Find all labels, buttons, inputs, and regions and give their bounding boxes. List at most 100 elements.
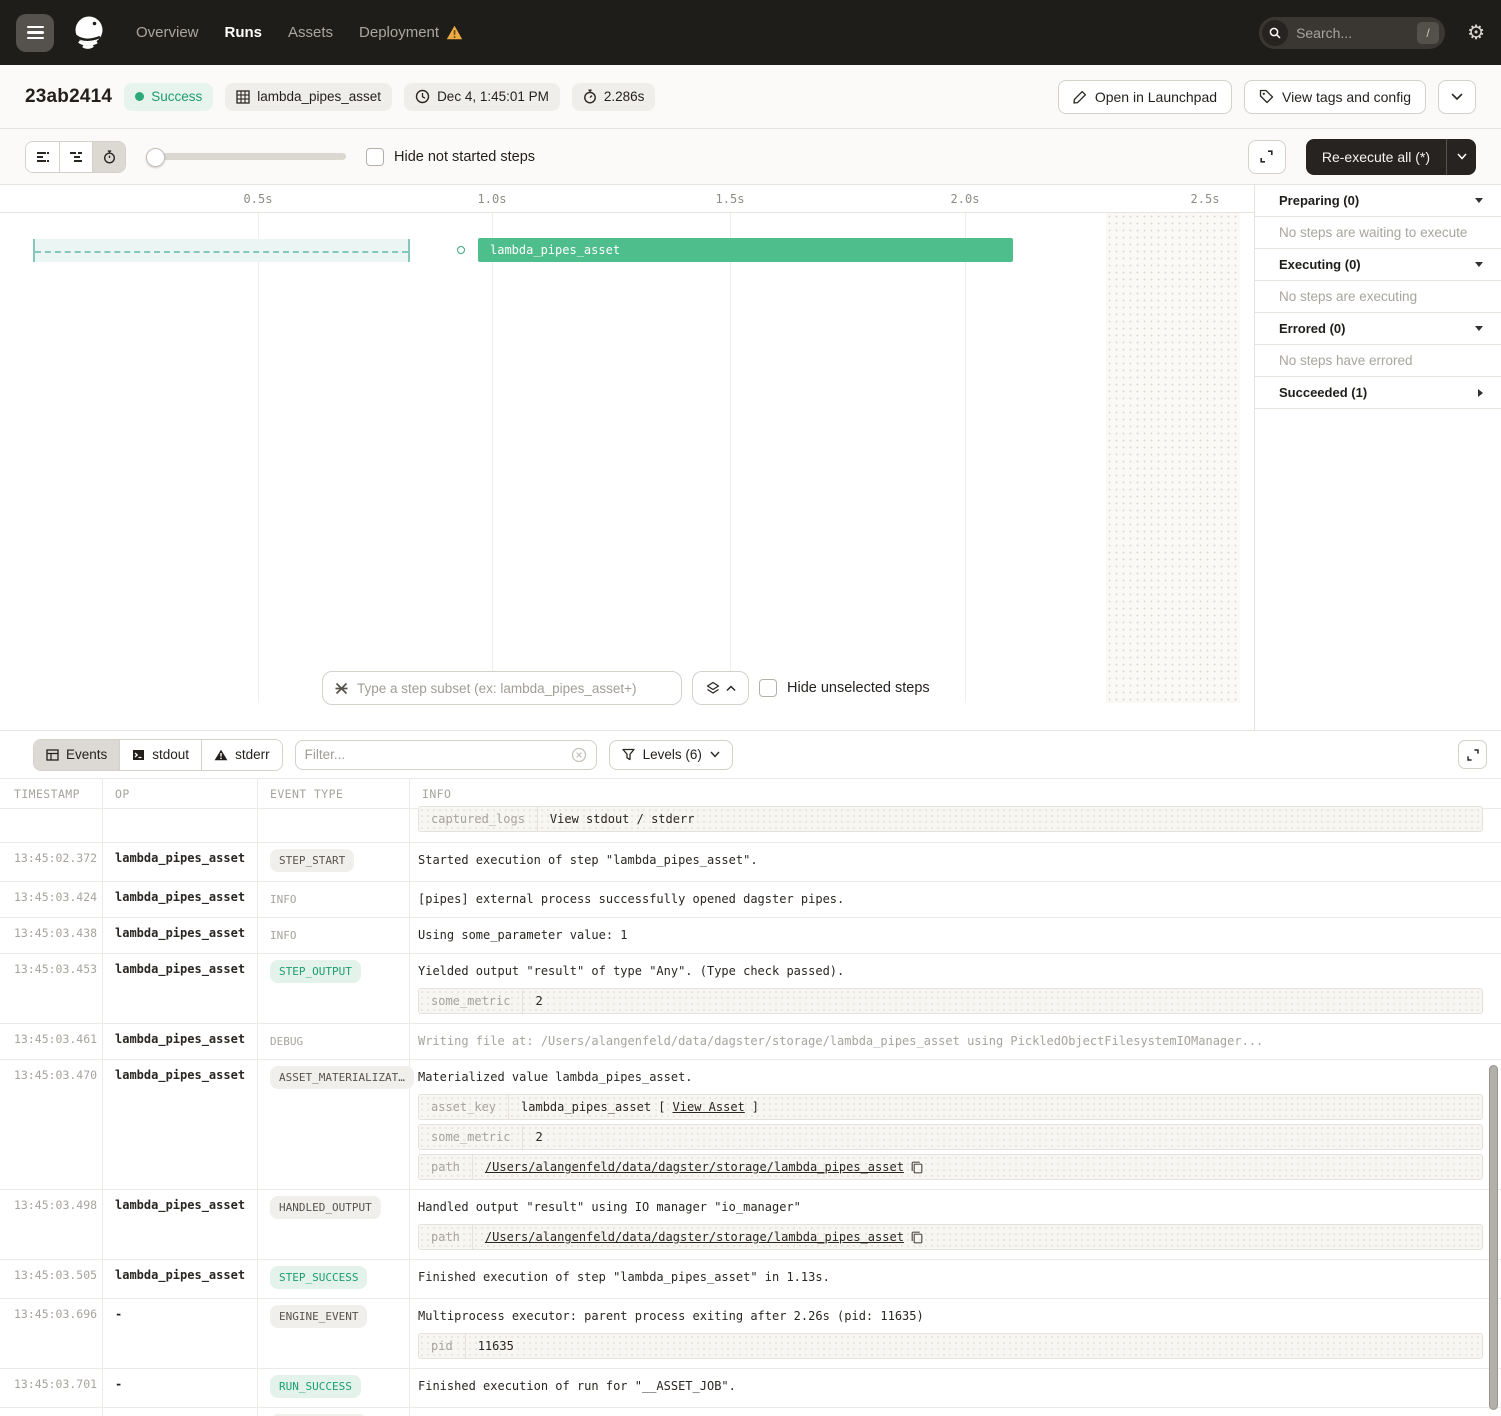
metadata-key: asset_key bbox=[419, 1095, 509, 1119]
tab-stderr[interactable]: stderr bbox=[201, 740, 282, 770]
event-info-text: Handled output "result" using IO manager… bbox=[418, 1198, 1487, 1216]
event-info-text: Finished execution of run for "__ASSET_J… bbox=[418, 1377, 1487, 1395]
event-info-cell: Materialized value lambda_pipes_asset.as… bbox=[410, 1060, 1501, 1189]
event-row[interactable]: 13:45:03.505lambda_pipes_assetSTEP_SUCCE… bbox=[0, 1260, 1501, 1299]
nav-assets[interactable]: Assets bbox=[288, 24, 333, 41]
event-row[interactable]: 13:45:03.701-RUN_SUCCESSFinished executi… bbox=[0, 1369, 1501, 1408]
job-tag[interactable]: lambda_pipes_asset bbox=[225, 83, 392, 111]
events-scrollbar-thumb[interactable] bbox=[1489, 1065, 1498, 1410]
gantt-step-bar[interactable]: lambda_pipes_asset bbox=[478, 238, 1013, 262]
event-timestamp: 13:45:03.498 bbox=[0, 1190, 103, 1259]
metadata-link[interactable]: View Asset bbox=[673, 1100, 745, 1114]
event-type-label: INFO bbox=[270, 893, 297, 906]
hide-unselected-checkbox[interactable] bbox=[759, 679, 777, 697]
view-mode-waterfall-button[interactable] bbox=[59, 142, 92, 172]
event-info-text: Using some_parameter value: 1 bbox=[418, 926, 1487, 944]
nav-deployment[interactable]: Deployment bbox=[359, 24, 439, 41]
view-tags-config-button[interactable]: View tags and config bbox=[1244, 80, 1426, 114]
dagster-logo-icon bbox=[69, 13, 109, 53]
event-op: lambda_pipes_asset bbox=[103, 918, 258, 953]
open-in-launchpad-button[interactable]: Open in Launchpad bbox=[1058, 80, 1232, 114]
event-info-text: Writing file at: /Users/alangenfeld/data… bbox=[418, 1032, 1487, 1050]
section-errored[interactable]: Errored (0) bbox=[1255, 313, 1501, 345]
metadata-key: path bbox=[419, 1155, 473, 1179]
event-row[interactable]: captured_logsView stdout / stderr bbox=[0, 809, 1501, 843]
status-dot-icon bbox=[135, 92, 144, 101]
reexecute-options-button[interactable] bbox=[1446, 139, 1476, 175]
reexecute-all-button[interactable]: Re-execute all (*) bbox=[1306, 139, 1446, 175]
event-row[interactable]: 13:45:03.716-ENGINE_EVENTProcess for run… bbox=[0, 1408, 1501, 1416]
event-type-cell: RUN_SUCCESS bbox=[258, 1369, 410, 1407]
view-mode-timed-button[interactable] bbox=[92, 142, 125, 172]
metadata-value: 11635 bbox=[466, 1334, 526, 1358]
event-op: lambda_pipes_asset bbox=[103, 1024, 258, 1059]
tab-events[interactable]: Events bbox=[34, 740, 119, 770]
section-title: Errored (0) bbox=[1279, 321, 1345, 336]
event-type-cell: ASSET_MATERIALIZAT… bbox=[258, 1060, 410, 1189]
run-actions-dropdown-button[interactable] bbox=[1438, 80, 1476, 114]
event-type-badge: HANDLED_OUTPUT bbox=[270, 1196, 381, 1219]
section-executing[interactable]: Executing (0) bbox=[1255, 249, 1501, 281]
nav-runs[interactable]: Runs bbox=[225, 24, 263, 41]
hide-unselected-toggle[interactable]: Hide unselected steps bbox=[759, 679, 930, 697]
event-timestamp: 13:45:03.470 bbox=[0, 1060, 103, 1189]
event-row[interactable]: 13:45:03.453lambda_pipes_assetSTEP_OUTPU… bbox=[0, 954, 1501, 1024]
section-preparing[interactable]: Preparing (0) bbox=[1255, 185, 1501, 217]
nav-overview[interactable]: Overview bbox=[136, 24, 199, 41]
settings-gear-icon[interactable]: ⚙ bbox=[1467, 23, 1485, 43]
events-toolbar: Events stdout stderr bbox=[0, 731, 1501, 778]
filter-input[interactable] bbox=[305, 747, 565, 762]
section-title: Preparing (0) bbox=[1279, 193, 1359, 208]
copy-icon[interactable] bbox=[911, 1231, 923, 1244]
metadata-link[interactable]: /Users/alangenfeld/data/dagster/storage/… bbox=[485, 1160, 904, 1174]
expand-icon bbox=[1259, 149, 1274, 164]
zoom-slider-knob[interactable] bbox=[146, 148, 165, 167]
metadata-link[interactable]: /Users/alangenfeld/data/dagster/storage/… bbox=[485, 1230, 904, 1244]
search-box[interactable]: / bbox=[1259, 17, 1445, 49]
copy-icon[interactable] bbox=[911, 1161, 923, 1174]
section-succeeded[interactable]: Succeeded (1) bbox=[1255, 377, 1501, 409]
status-badge[interactable]: Success bbox=[124, 83, 213, 111]
column-op: OP bbox=[103, 779, 258, 808]
event-row[interactable]: 13:45:03.696-ENGINE_EVENTMultiprocess ex… bbox=[0, 1299, 1501, 1369]
event-type-cell: STEP_START bbox=[258, 843, 410, 881]
clear-filter-icon[interactable] bbox=[571, 747, 587, 763]
section-caption: No steps are executing bbox=[1279, 289, 1417, 304]
event-type-badge: STEP_OUTPUT bbox=[270, 960, 361, 983]
events-fullscreen-button[interactable] bbox=[1458, 740, 1487, 769]
collapse-layers-button[interactable] bbox=[692, 671, 749, 705]
levels-filter-button[interactable]: Levels (6) bbox=[609, 740, 733, 770]
layers-icon bbox=[706, 681, 720, 695]
stderr-warning-icon bbox=[214, 749, 228, 761]
search-input[interactable] bbox=[1296, 25, 1409, 41]
event-row[interactable]: 13:45:03.438lambda_pipes_assetINFOUsing … bbox=[0, 918, 1501, 954]
events-table-icon bbox=[46, 749, 59, 761]
event-op: lambda_pipes_asset bbox=[103, 1060, 258, 1189]
zoom-slider-track[interactable] bbox=[146, 153, 346, 160]
metadata-value: lambda_pipes_asset [View Asset] bbox=[509, 1095, 771, 1119]
event-row[interactable]: 13:45:02.372lambda_pipes_assetSTEP_START… bbox=[0, 843, 1501, 882]
step-subset-input[interactable] bbox=[357, 681, 670, 696]
gantt-gridline bbox=[730, 213, 731, 703]
metadata-text: ] bbox=[752, 1100, 759, 1114]
tab-stdout[interactable]: stdout bbox=[119, 740, 201, 770]
tab-stderr-label: stderr bbox=[235, 747, 270, 762]
dagster-logo[interactable] bbox=[68, 12, 110, 54]
gantt-fullscreen-button[interactable] bbox=[1248, 140, 1286, 174]
levels-label: Levels (6) bbox=[643, 747, 702, 762]
hide-not-started-toggle[interactable]: Hide not started steps bbox=[366, 148, 535, 166]
event-type-label: INFO bbox=[270, 929, 297, 942]
event-row[interactable]: 13:45:03.461lambda_pipes_assetDEBUGWriti… bbox=[0, 1024, 1501, 1060]
step-subset-input-box[interactable] bbox=[322, 671, 682, 705]
zoom-slider[interactable] bbox=[146, 147, 346, 167]
event-row[interactable]: 13:45:03.498lambda_pipes_assetHANDLED_OU… bbox=[0, 1190, 1501, 1260]
event-type-badge: RUN_SUCCESS bbox=[270, 1375, 361, 1398]
event-row[interactable]: 13:45:03.424lambda_pipes_assetINFO[pipes… bbox=[0, 882, 1501, 918]
view-mode-flat-button[interactable] bbox=[26, 142, 59, 172]
event-info-text: Finished execution of step "lambda_pipes… bbox=[418, 1268, 1487, 1286]
filter-box[interactable] bbox=[295, 740, 597, 770]
menu-button[interactable] bbox=[16, 14, 54, 52]
metadata-link[interactable]: View stdout / stderr bbox=[550, 812, 695, 826]
event-row[interactable]: 13:45:03.470lambda_pipes_assetASSET_MATE… bbox=[0, 1060, 1501, 1190]
hide-not-started-checkbox[interactable] bbox=[366, 148, 384, 166]
